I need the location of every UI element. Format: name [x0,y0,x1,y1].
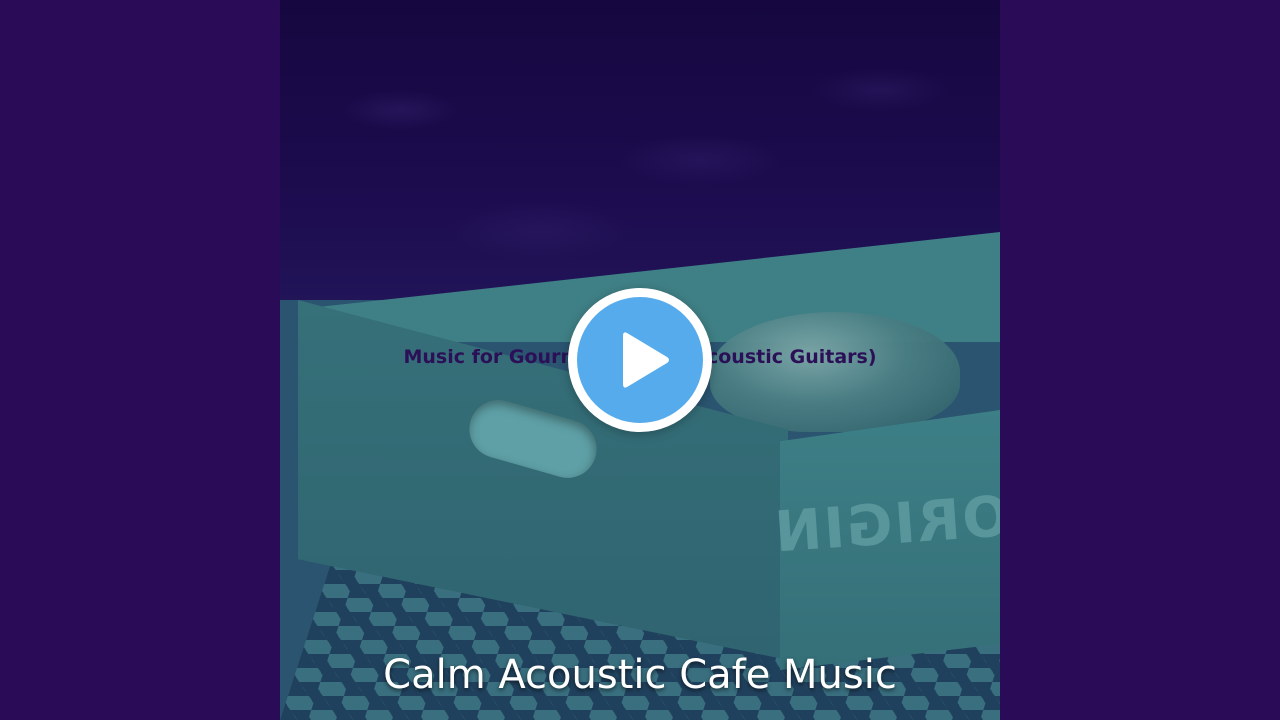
play-button[interactable] [568,288,712,432]
cover-bread [710,312,960,432]
play-icon[interactable] [577,297,703,423]
video-stage: ORIGIN Music for Gourmet Coffee (Acousti… [0,0,1280,720]
tray-stamp-text: ORIGIN [770,484,1000,566]
play-button-inner[interactable] [577,297,703,423]
video-caption: Calm Acoustic Cafe Music [383,652,897,698]
